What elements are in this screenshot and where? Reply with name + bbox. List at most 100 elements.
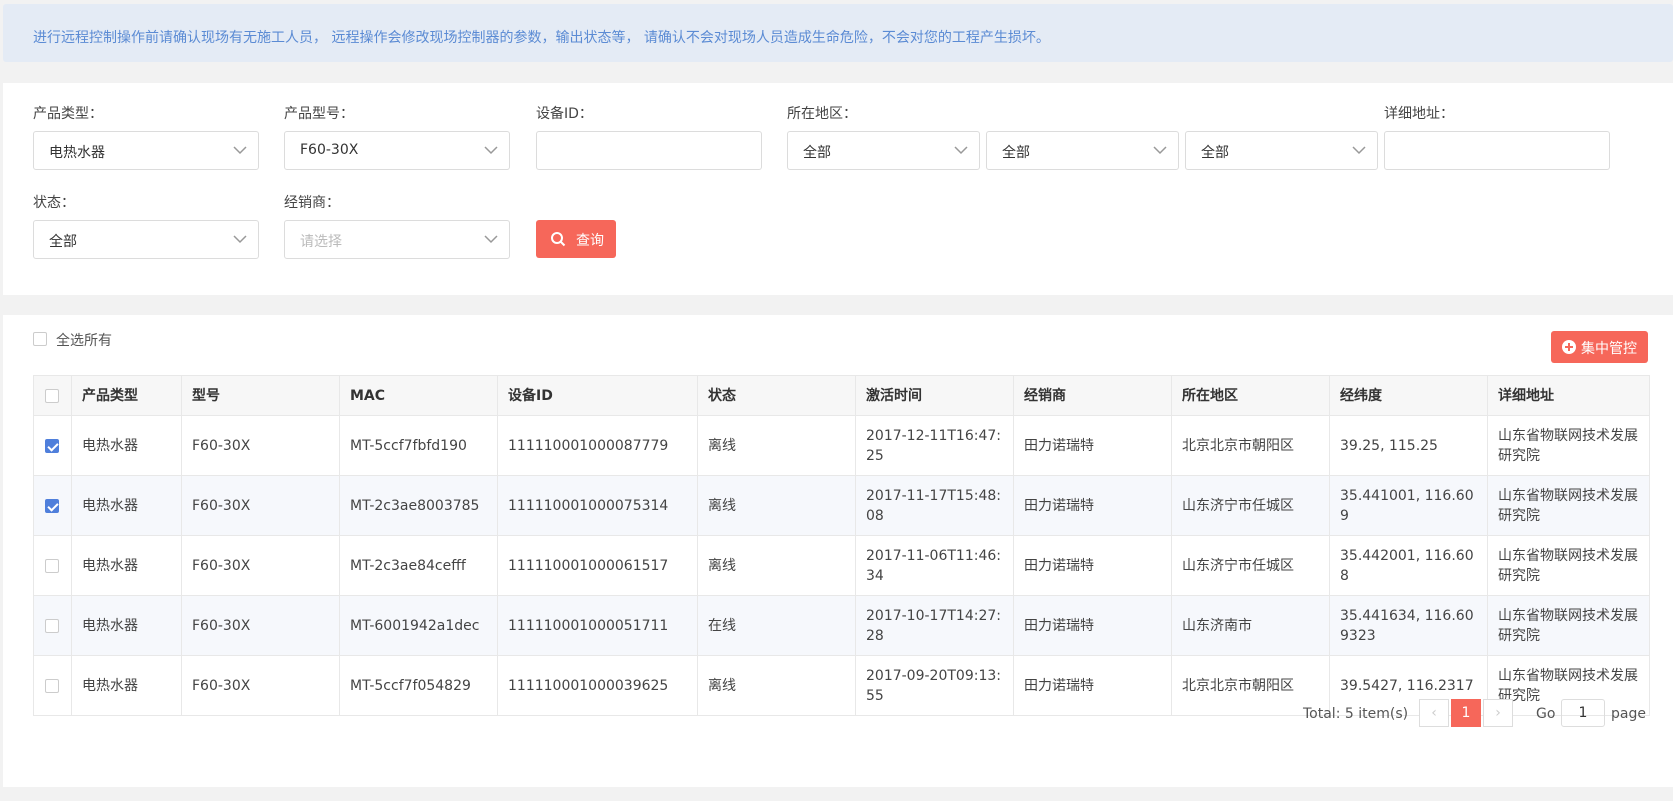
- header-checkbox[interactable]: [45, 388, 59, 403]
- cell-activated: 2017-09-20T09:13:55: [855, 655, 1014, 716]
- device-table-panel: 全选所有 集中管控 产品类型 型号 MAC 设备ID 状态 激活时间 经销商 所…: [3, 315, 1673, 787]
- central-control-button[interactable]: 集中管控: [1551, 331, 1648, 363]
- cell-model: F60-30X: [181, 595, 340, 656]
- cell-region: 山东济宁市任城区: [1171, 475, 1330, 536]
- cell-dealer: 田力诺瑞特: [1013, 475, 1172, 536]
- pagination-page-1[interactable]: 1: [1451, 699, 1481, 727]
- pagination-total: Total: 5 item(s): [1303, 706, 1409, 722]
- pagination-page-label: page: [1611, 706, 1646, 722]
- cell-region: 山东济南市: [1171, 595, 1330, 656]
- remote-control-warning: 进行远程控制操作前请确认现场有无施工人员， 远程操作会修改现场控制器的参数，输出…: [3, 4, 1673, 62]
- product-type-value: 电热水器: [49, 145, 105, 161]
- cell-status: 离线: [697, 475, 856, 536]
- product-model-select[interactable]: F60-30X: [284, 131, 510, 170]
- query-button[interactable]: 查询: [536, 220, 616, 258]
- chevron-down-icon: [1153, 146, 1167, 155]
- row-checkbox[interactable]: [45, 618, 59, 633]
- column-header: 详细地址: [1487, 375, 1650, 416]
- cell-region: 山东济宁市任城区: [1171, 535, 1330, 596]
- row-checkbox[interactable]: [45, 438, 59, 453]
- cell-device-id[interactable]: 111110001000061517: [497, 535, 698, 596]
- status-value: 全部: [49, 234, 77, 250]
- chevron-down-icon: [1352, 146, 1366, 155]
- row-checkbox-cell: [33, 535, 72, 596]
- status-select[interactable]: 全部: [33, 220, 259, 259]
- select-all-label: 全选所有: [56, 333, 112, 349]
- table-row: 电热水器 F60-30X MT-6001942a1dec 11111000100005…: [33, 595, 1650, 656]
- column-header: 设备ID: [497, 375, 698, 416]
- pagination-prev-button[interactable]: ‹: [1419, 699, 1449, 727]
- cell-address: 山东省物联网技术发展研究院: [1487, 535, 1650, 596]
- cell-activated: 2017-10-17T14:27:28: [855, 595, 1014, 656]
- column-header: MAC: [339, 375, 498, 416]
- dealer-select[interactable]: 请选择: [284, 220, 510, 259]
- cell-status: 在线: [697, 595, 856, 656]
- cell-dealer: 田力诺瑞特: [1013, 595, 1172, 656]
- row-checkbox[interactable]: [45, 558, 59, 573]
- table-row: 电热水器 F60-30X MT-2c3ae8003785 11111000100007…: [33, 475, 1650, 536]
- province-select[interactable]: 全部: [787, 131, 980, 170]
- plus-circle-icon: [1562, 340, 1576, 354]
- select-all-checkbox[interactable]: [33, 332, 47, 346]
- column-header: 产品类型: [71, 375, 182, 416]
- cell-address: 山东省物联网技术发展研究院: [1487, 595, 1650, 656]
- cell-type: 电热水器: [71, 475, 182, 536]
- cell-model: F60-30X: [181, 475, 340, 536]
- city-select[interactable]: 全部: [986, 131, 1179, 170]
- district-value: 全部: [1201, 145, 1229, 161]
- cell-type: 电热水器: [71, 655, 182, 716]
- pagination-go-label: Go: [1536, 706, 1556, 722]
- device-id-input[interactable]: [536, 131, 762, 170]
- cell-activated: 2017-11-06T11:46:34: [855, 535, 1014, 596]
- cell-device-id[interactable]: 111110001000051711: [497, 595, 698, 656]
- province-value: 全部: [803, 145, 831, 161]
- row-checkbox[interactable]: [45, 498, 59, 513]
- column-header: 激活时间: [855, 375, 1014, 416]
- cell-device-id[interactable]: 111110001000087779: [497, 415, 698, 476]
- cell-latlng: 35.441001, 116.609: [1329, 475, 1488, 536]
- cell-dealer: 田力诺瑞特: [1013, 415, 1172, 476]
- cell-activated: 2017-11-17T15:48:08: [855, 475, 1014, 536]
- cell-latlng: 35.441634, 116.609323: [1329, 595, 1488, 656]
- chevron-down-icon: [484, 146, 498, 155]
- filter-panel: 产品类型： 电热水器 产品型号： F60-30X 设备ID： 所在地区： 全部 …: [3, 83, 1673, 295]
- cell-model: F60-30X: [181, 415, 340, 476]
- table-header-row: 产品类型 型号 MAC 设备ID 状态 激活时间 经销商 所在地区 经纬度 详细…: [33, 375, 1650, 416]
- cell-device-id[interactable]: 111110001000039625: [497, 655, 698, 716]
- status-label: 状态：: [33, 195, 75, 211]
- header-checkbox-cell: [33, 375, 72, 416]
- cell-type: 电热水器: [71, 595, 182, 656]
- cell-mac: MT-5ccf7fbfd190: [339, 415, 498, 476]
- address-label: 详细地址：: [1384, 106, 1454, 122]
- cell-model: F60-30X: [181, 535, 340, 596]
- cell-dealer: 田力诺瑞特: [1013, 655, 1172, 716]
- cell-dealer: 田力诺瑞特: [1013, 535, 1172, 596]
- dealer-placeholder: 请选择: [300, 234, 342, 250]
- pagination-go-input[interactable]: 1: [1561, 699, 1605, 727]
- device-id-label: 设备ID：: [536, 106, 593, 122]
- cell-address: 山东省物联网技术发展研究院: [1487, 415, 1650, 476]
- central-control-label: 集中管控: [1581, 341, 1637, 357]
- cell-region: 北京北京市朝阳区: [1171, 415, 1330, 476]
- table-row: 电热水器 F60-30X MT-2c3ae84cefff 11111000100006…: [33, 535, 1650, 596]
- row-checkbox-cell: [33, 655, 72, 716]
- cell-mac: MT-5ccf7f054829: [339, 655, 498, 716]
- chevron-down-icon: [233, 146, 247, 155]
- cell-model: F60-30X: [181, 655, 340, 716]
- row-checkbox[interactable]: [45, 678, 59, 693]
- region-label: 所在地区：: [787, 106, 857, 122]
- cell-mac: MT-2c3ae84cefff: [339, 535, 498, 596]
- row-checkbox-cell: [33, 595, 72, 656]
- address-input[interactable]: [1384, 131, 1610, 170]
- cell-device-id[interactable]: 111110001000075314: [497, 475, 698, 536]
- chevron-down-icon: [954, 146, 968, 155]
- cell-type: 电热水器: [71, 535, 182, 596]
- pagination-next-button[interactable]: ›: [1483, 699, 1513, 727]
- city-value: 全部: [1002, 145, 1030, 161]
- cell-mac: MT-2c3ae8003785: [339, 475, 498, 536]
- district-select[interactable]: 全部: [1185, 131, 1378, 170]
- dealer-label: 经销商：: [284, 195, 340, 211]
- column-header: 经纬度: [1329, 375, 1488, 416]
- chevron-down-icon: [233, 235, 247, 244]
- product-type-select[interactable]: 电热水器: [33, 131, 259, 170]
